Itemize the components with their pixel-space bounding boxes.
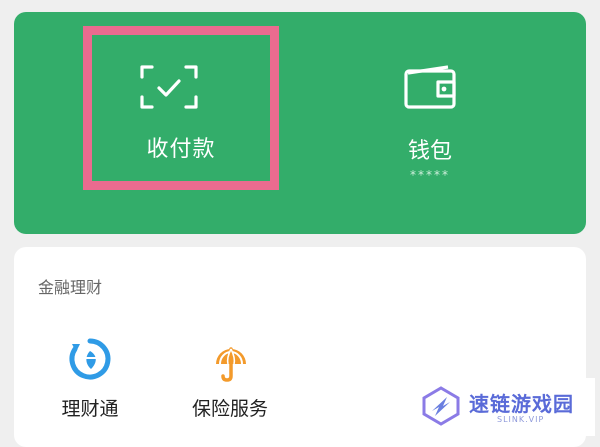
wallet-button[interactable]: 钱包 *****	[360, 50, 500, 200]
watermark-text: 速链游戏园	[469, 392, 574, 416]
section-title-finance: 金融理财	[38, 278, 103, 297]
licaitong-button[interactable]: 理财通	[35, 336, 145, 426]
insurance-button[interactable]: 保险服务	[175, 336, 285, 426]
watermark-logo-icon	[422, 386, 460, 426]
watermark: 速链游戏园 SLINK.VIP	[405, 378, 595, 436]
insurance-label: 保险服务	[191, 398, 268, 420]
watermark-subtext: SLINK.VIP	[497, 415, 545, 424]
highlight-frame	[83, 26, 279, 190]
umbrella-icon	[216, 347, 246, 382]
wallet-icon	[404, 65, 456, 109]
licaitong-label: 理财通	[61, 398, 119, 420]
wallet-balance: *****	[410, 168, 450, 182]
licaitong-icon	[69, 338, 111, 380]
wallet-label: 钱包	[407, 139, 452, 164]
